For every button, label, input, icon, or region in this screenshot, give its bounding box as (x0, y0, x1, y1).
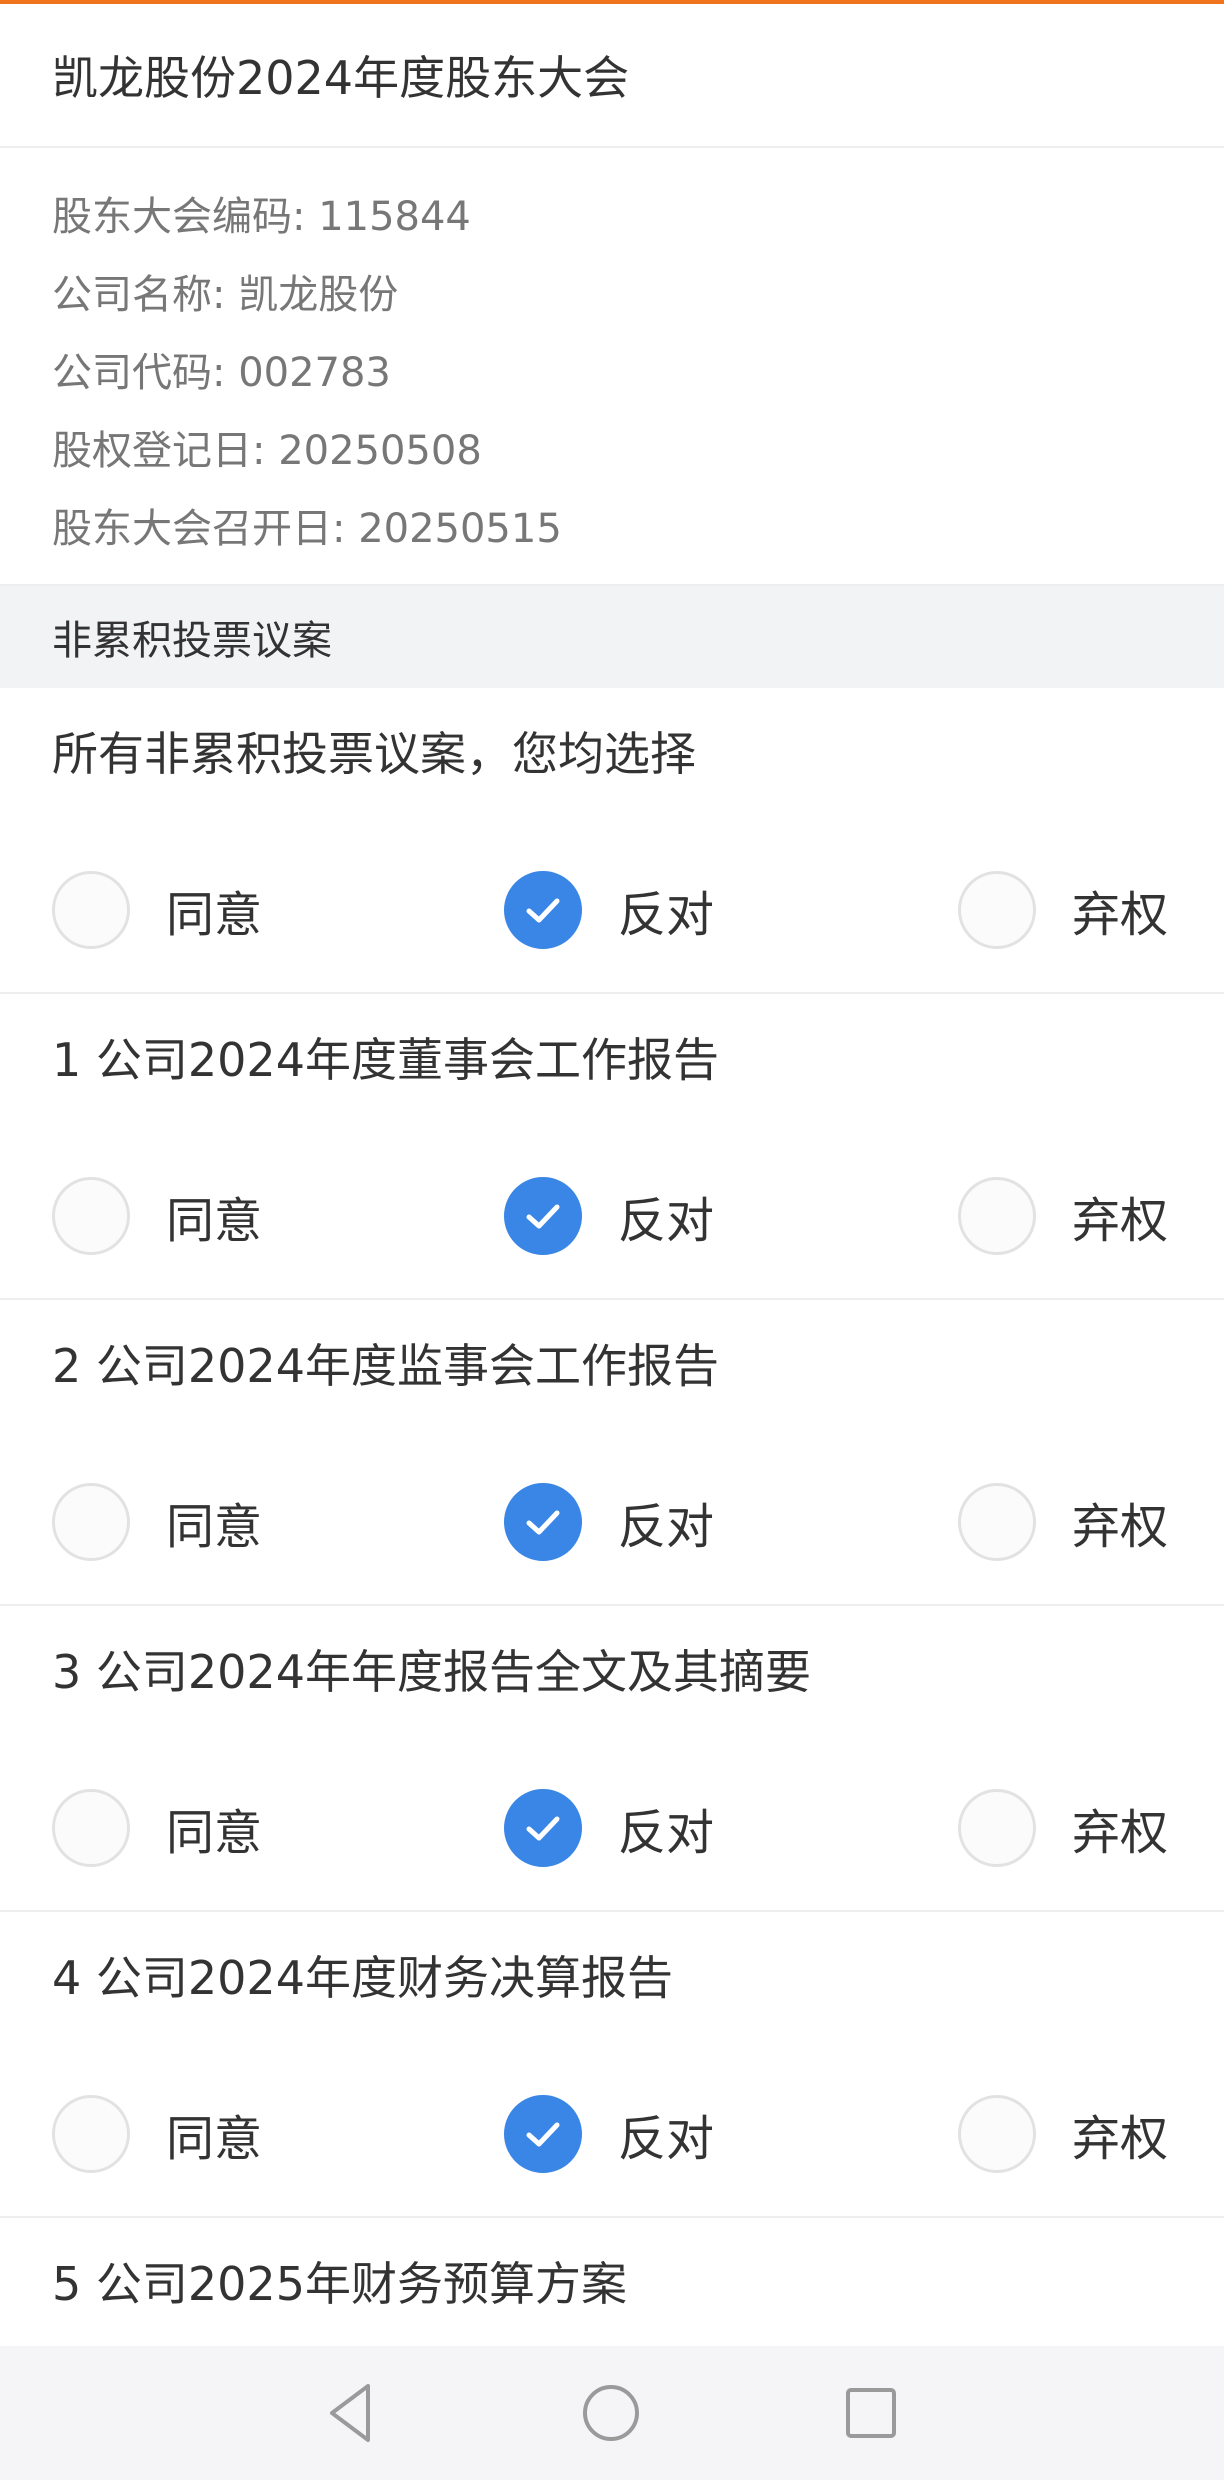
radio-button[interactable] (958, 1177, 1036, 1255)
option-label: 反对 (618, 1805, 715, 1861)
proposal-item: 2 公司2024年度监事会工作报告 同意 反对 弃权 (0, 1300, 1224, 1606)
check-icon (526, 1816, 560, 1841)
option-label: 同意 (166, 887, 263, 943)
agree-option[interactable]: 同意 (52, 2092, 262, 2176)
option-label: 同意 (166, 1805, 263, 1861)
option-label: 反对 (618, 1499, 715, 1555)
vote-options: 同意 反对 弃权 (0, 1786, 1224, 1870)
option-label: 同意 (166, 2111, 263, 2167)
page-header: 凯龙股份2024年度股东大会 (0, 4, 1224, 148)
option-label: 反对 (618, 1193, 715, 1249)
record-date: 股权登记日: 20250508 (52, 428, 482, 474)
radio-button-checked[interactable] (504, 1177, 582, 1255)
item-title: 所有非累积投票议案，您均选择 (52, 727, 696, 781)
radio-button[interactable] (958, 1483, 1036, 1561)
meeting-date: 股东大会召开日: 20250515 (52, 506, 562, 552)
abstain-option[interactable]: 弃权 (958, 868, 1168, 952)
option-label: 同意 (166, 1193, 263, 1249)
agree-option[interactable]: 同意 (52, 1480, 262, 1564)
check-icon (526, 1204, 560, 1229)
page-title: 凯龙股份2024年度股东大会 (52, 51, 630, 105)
radio-button[interactable] (52, 871, 130, 949)
radio-button[interactable] (52, 1177, 130, 1255)
abstain-option[interactable]: 弃权 (958, 1480, 1168, 1564)
radio-button[interactable] (52, 2095, 130, 2173)
radio-button[interactable] (958, 2095, 1036, 2173)
radio-button[interactable] (958, 871, 1036, 949)
abstain-option[interactable]: 弃权 (958, 1786, 1168, 1870)
square-recent-icon[interactable] (838, 2380, 904, 2446)
option-label: 反对 (618, 2111, 715, 2167)
agree-option[interactable]: 同意 (52, 1174, 262, 1258)
proposal-item: 5 公司2025年财务预算方案 (0, 2218, 1224, 2358)
item-title: 2 公司2024年度监事会工作报告 (52, 1339, 719, 1393)
vote-all-item: 所有非累积投票议案，您均选择 同意 反对 弃权 (0, 688, 1224, 994)
item-title: 3 公司2024年年度报告全文及其摘要 (52, 1645, 811, 1699)
abstain-option[interactable]: 弃权 (958, 2092, 1168, 2176)
triangle-back-icon[interactable] (318, 2380, 384, 2446)
radio-button-checked[interactable] (504, 871, 582, 949)
section-header: 非累积投票议案 (0, 586, 1224, 688)
abstain-option[interactable]: 弃权 (958, 1174, 1168, 1258)
meeting-info: 股东大会编码: 115844 公司名称: 凯龙股份 公司代码: 002783 股… (0, 148, 1224, 586)
radio-button-checked[interactable] (504, 1483, 582, 1561)
agree-option[interactable]: 同意 (52, 868, 262, 952)
radio-button[interactable] (958, 1789, 1036, 1867)
vote-options: 同意 反对 弃权 (0, 2092, 1224, 2176)
meeting-code: 股东大会编码: 115844 (52, 194, 471, 240)
vote-options: 同意 反对 弃权 (0, 1480, 1224, 1564)
option-label: 弃权 (1072, 1805, 1169, 1861)
proposal-item: 1 公司2024年度董事会工作报告 同意 反对 弃权 (0, 994, 1224, 1300)
oppose-option[interactable]: 反对 (504, 2092, 714, 2176)
proposal-list: 所有非累积投票议案，您均选择 同意 反对 弃权 1 公司2024年度董事会工作报… (0, 688, 1224, 2358)
oppose-option[interactable]: 反对 (504, 1480, 714, 1564)
company-code: 公司代码: 002783 (52, 350, 391, 396)
radio-button[interactable] (52, 1789, 130, 1867)
option-label: 同意 (166, 1499, 263, 1555)
option-label: 弃权 (1072, 1499, 1169, 1555)
section-title: 非累积投票议案 (52, 618, 332, 664)
oppose-option[interactable]: 反对 (504, 868, 714, 952)
check-icon (526, 2122, 560, 2147)
item-title: 1 公司2024年度董事会工作报告 (52, 1033, 719, 1087)
option-label: 弃权 (1072, 1193, 1169, 1249)
proposal-item: 4 公司2024年度财务决算报告 同意 反对 弃权 (0, 1912, 1224, 2218)
system-nav-bar (0, 2346, 1224, 2480)
oppose-option[interactable]: 反对 (504, 1786, 714, 1870)
radio-button-checked[interactable] (504, 2095, 582, 2173)
vote-options: 同意 反对 弃权 (0, 1174, 1224, 1258)
agree-option[interactable]: 同意 (52, 1786, 262, 1870)
radio-button-checked[interactable] (504, 1789, 582, 1867)
check-icon (526, 898, 560, 923)
item-title: 5 公司2025年财务预算方案 (52, 2257, 627, 2311)
option-label: 弃权 (1072, 887, 1169, 943)
company-name: 公司名称: 凯龙股份 (52, 272, 399, 318)
oppose-option[interactable]: 反对 (504, 1174, 714, 1258)
option-label: 反对 (618, 887, 715, 943)
item-title: 4 公司2024年度财务决算报告 (52, 1951, 673, 2005)
proposal-item: 3 公司2024年年度报告全文及其摘要 同意 反对 弃权 (0, 1606, 1224, 1912)
vote-options: 同意 反对 弃权 (0, 868, 1224, 952)
circle-home-icon[interactable] (578, 2380, 644, 2446)
option-label: 弃权 (1072, 2111, 1169, 2167)
check-icon (526, 1510, 560, 1535)
radio-button[interactable] (52, 1483, 130, 1561)
